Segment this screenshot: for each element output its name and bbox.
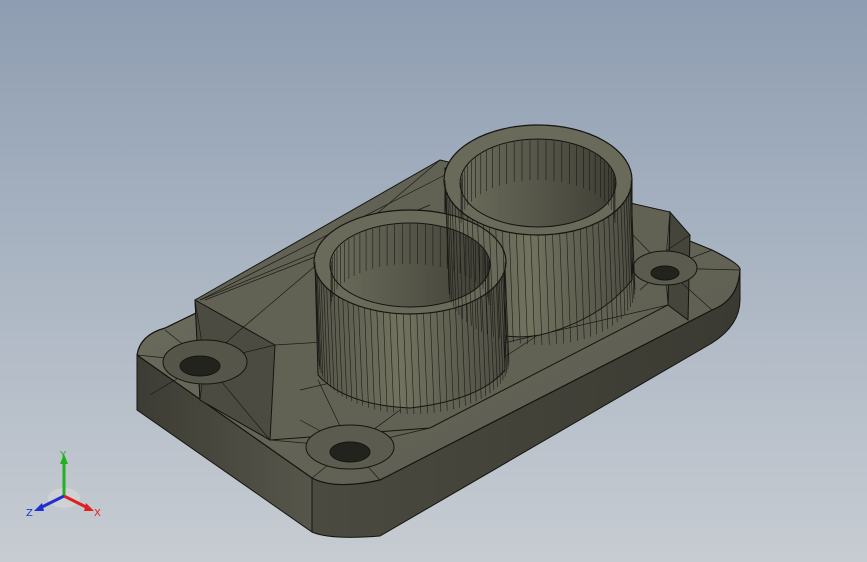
- y-axis-label: Y: [59, 450, 67, 461]
- z-axis-label: Z: [26, 508, 33, 519]
- z-arrow-icon: [34, 503, 44, 511]
- view-orientation-triad[interactable]: Y X Z: [24, 448, 104, 524]
- mesh-part-icon[interactable]: [0, 0, 867, 562]
- graphics-viewport[interactable]: Y X Z: [0, 0, 867, 562]
- x-axis-label: X: [94, 508, 101, 519]
- x-arrow-icon: [84, 503, 94, 511]
